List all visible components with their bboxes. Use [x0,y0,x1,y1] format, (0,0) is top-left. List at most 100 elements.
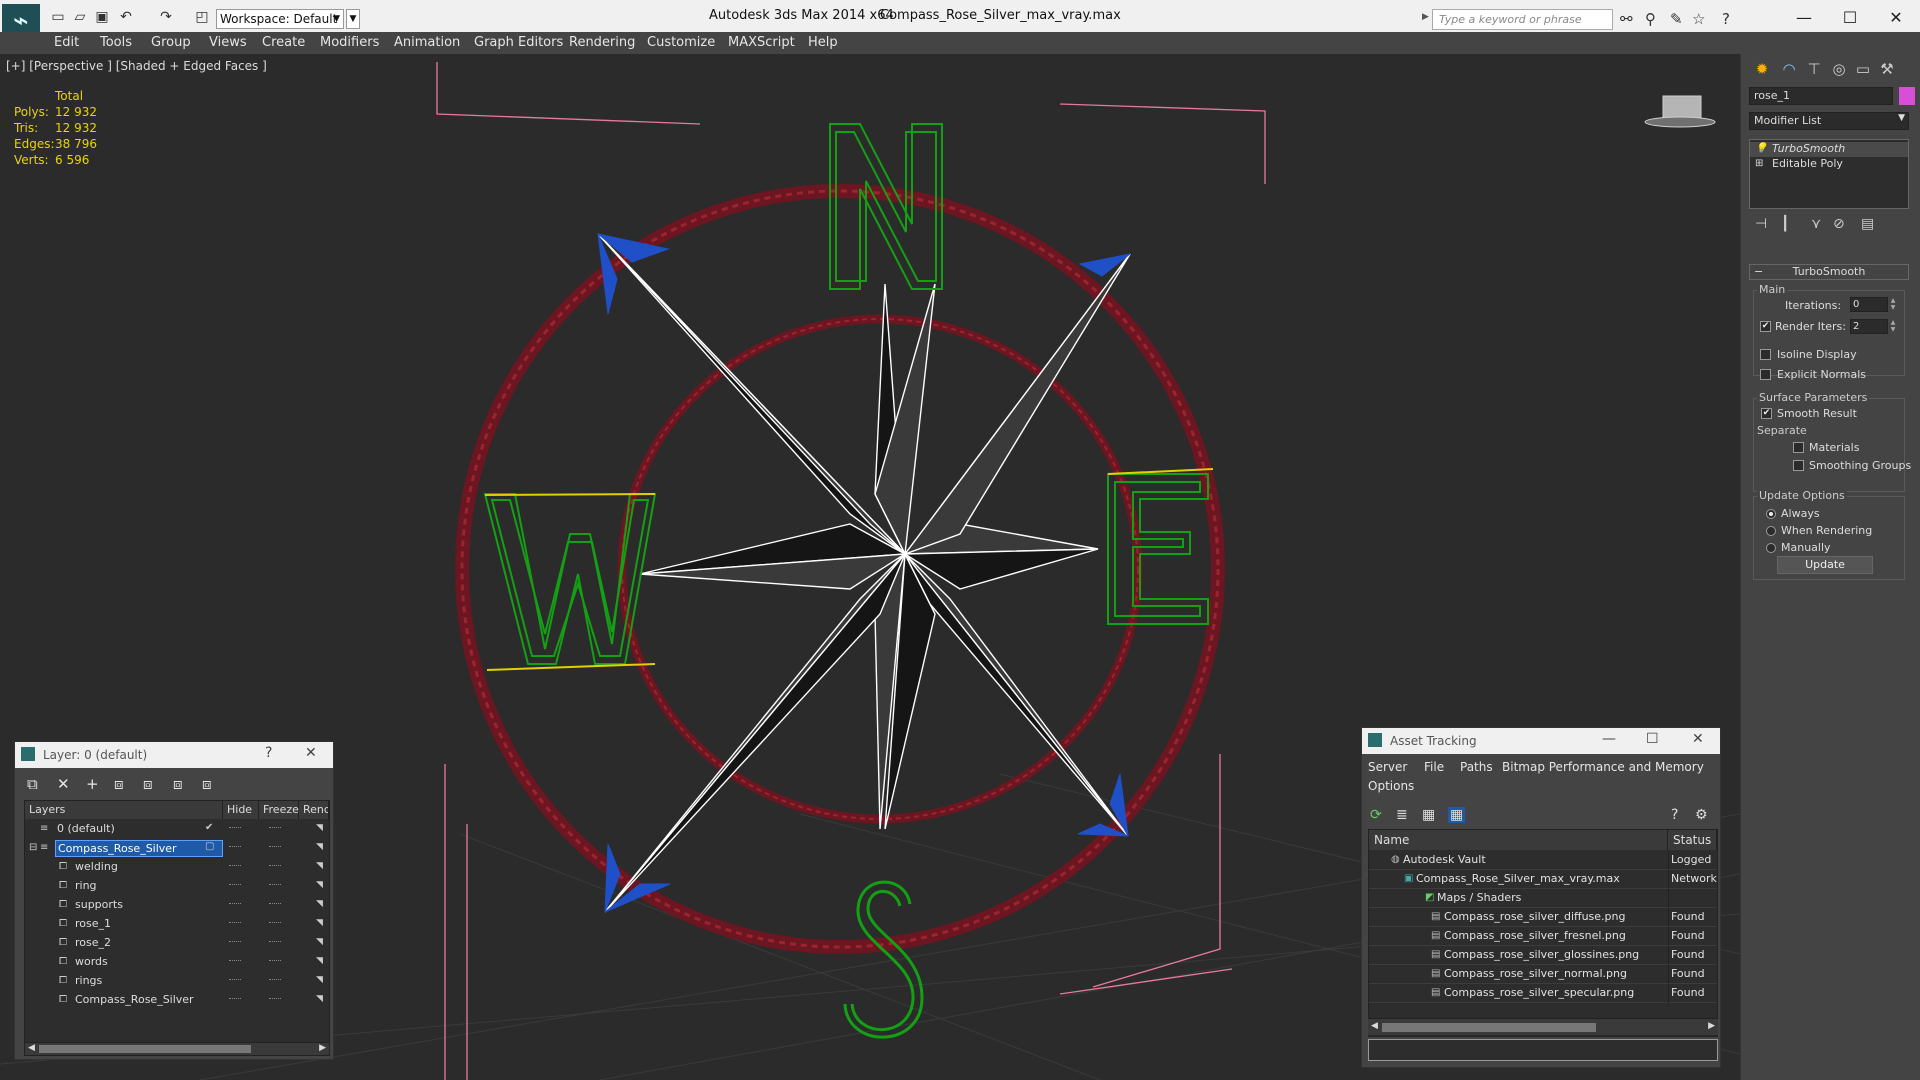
viewport-label[interactable]: [+] [Perspective ] [Shaded + Edged Faces… [6,59,267,73]
layer-row[interactable]: ⧠ ring ◥ [25,877,329,896]
hide-toggle[interactable] [229,960,241,961]
scroll-right-icon[interactable]: ▶ [319,1043,326,1053]
motion-tab-icon[interactable]: ◎ [1827,58,1851,80]
render-teapot-icon[interactable]: ◥ [316,880,323,890]
column-header-layers[interactable]: Layers [25,801,223,819]
asset-window-titlebar[interactable]: Asset Tracking — ☐ ✕ [1362,728,1720,754]
help-icon[interactable]: ? [1671,807,1678,823]
create-tab-icon[interactable]: ✹ [1750,58,1774,80]
modifier-list-dropdown[interactable]: Modifier List ▼ [1749,112,1909,130]
menu-server[interactable]: Server [1368,760,1407,774]
freeze-toggle[interactable] [269,884,281,885]
freeze-toggle[interactable] [269,979,281,980]
communication-icon[interactable]: ✎ [1670,10,1683,28]
scroll-right-icon[interactable]: ▶ [1708,1021,1715,1031]
show-end-result-icon[interactable]: ┃ [1781,216,1789,232]
when-rendering-radio[interactable] [1766,526,1776,536]
render-teapot-icon[interactable]: ◥ [316,861,323,871]
workspace-dropdown[interactable]: Workspace: Default ▼ [216,9,344,29]
maximize-button[interactable]: ☐ [1827,4,1873,32]
update-button[interactable]: Update [1777,556,1873,574]
save-file-icon[interactable]: ▣ [94,9,110,25]
hide-all-icon[interactable]: ⧈ [173,775,183,793]
freeze-all-icon[interactable]: ⧈ [202,775,212,793]
layer-row[interactable]: ⊟ ≡ Compass_Rose_Silver ▢ ◥ [25,839,329,858]
binoculars-icon[interactable]: ⚯ [1620,10,1633,28]
search-input[interactable]: Type a keyword or phrase [1432,9,1613,30]
scrollbar-thumb[interactable] [1382,1023,1596,1032]
create-layer-icon[interactable]: ⧉ [27,775,38,793]
highlight-layer-icon[interactable]: ⧈ [143,775,153,793]
horizontal-scrollbar[interactable]: ◀ ▶ [1368,1018,1718,1035]
refresh-icon[interactable]: ⟳ [1370,807,1382,823]
layer-row[interactable]: ⧠ Compass_Rose_Silver ◥ [25,991,329,1010]
layer-row[interactable]: ⧠ supports ◥ [25,896,329,915]
horizontal-scrollbar[interactable]: ◀ ▶ [24,1042,330,1056]
asset-row[interactable]: ▤ Compass_rose_silver_diffuse.png Found [1369,908,1717,927]
layer-row[interactable]: ⧠ rose_2 ◥ [25,934,329,953]
menu-maxscript[interactable]: MAXScript [728,35,795,50]
isoline-display-checkbox[interactable] [1760,349,1771,360]
menu-edit[interactable]: Edit [54,35,79,50]
render-teapot-icon[interactable]: ◥ [316,842,323,852]
stack-item-editable-poly[interactable]: ⊞ Editable Poly [1750,157,1908,172]
configure-modifier-sets-icon[interactable]: ▤ [1861,216,1874,232]
object-color-swatch[interactable] [1899,87,1915,105]
layer-row[interactable]: ⧠ welding ◥ [25,858,329,877]
menu-create[interactable]: Create [262,35,305,50]
spinner-arrows-icon[interactable]: ▲ ▼ [1889,319,1897,334]
render-teapot-icon[interactable]: ◥ [316,899,323,909]
quick-access-menu-button[interactable]: ▼ [346,9,360,29]
current-layer-check-icon[interactable]: ✔ [205,822,213,833]
scroll-left-icon[interactable]: ◀ [1371,1021,1378,1031]
lightbulb-icon[interactable]: 💡 [1755,143,1767,154]
menu-animation[interactable]: Animation [394,35,460,50]
layer-row[interactable]: ⧠ rose_1 ◥ [25,915,329,934]
menu-group[interactable]: Group [151,35,191,50]
render-teapot-icon[interactable]: ◥ [316,994,323,1004]
close-button[interactable]: ✕ [1873,4,1919,32]
smoothing-groups-checkbox[interactable] [1793,460,1804,471]
freeze-toggle[interactable] [269,846,281,847]
close-icon[interactable]: ✕ [305,745,317,761]
menu-views[interactable]: Views [209,35,247,50]
render-teapot-icon[interactable]: ◥ [316,956,323,966]
help-button[interactable]: ? [265,745,272,761]
menu-modifiers[interactable]: Modifiers [320,35,379,50]
minimize-button[interactable]: — [1781,4,1827,32]
asset-row[interactable]: ▤ Compass_rose_silver_normal.png Found [1369,965,1717,984]
menu-file[interactable]: File [1424,760,1444,774]
hide-toggle[interactable] [229,827,241,828]
collapse-icon[interactable]: ⊟ [29,842,37,853]
search-expand-icon[interactable]: ▶ [1422,12,1429,22]
hide-toggle[interactable] [229,941,241,942]
menu-rendering[interactable]: Rendering [569,35,635,50]
asset-status-field[interactable] [1368,1039,1718,1061]
freeze-toggle[interactable] [269,941,281,942]
column-header-freeze[interactable]: Freeze [259,801,299,819]
layer-row[interactable]: ⧠ words ◥ [25,953,329,972]
asset-row[interactable]: ▤ Compass_rose_silver_fresnel.png Found [1369,927,1717,946]
render-teapot-icon[interactable]: ◥ [316,975,323,985]
display-tab-icon[interactable]: ▭ [1851,58,1875,80]
set-current-icon[interactable]: ▢ [205,841,214,852]
render-teapot-icon[interactable]: ◥ [316,918,323,928]
hide-toggle[interactable] [229,922,241,923]
add-selection-icon[interactable]: + [86,775,99,793]
redo-icon[interactable]: ↷ [158,9,174,25]
subscription-icon[interactable]: ⚲ [1645,10,1656,28]
materials-checkbox[interactable] [1793,442,1804,453]
column-header-render[interactable]: Rende [299,801,329,819]
delete-layer-icon[interactable]: ✕ [57,775,70,793]
freeze-toggle[interactable] [269,865,281,866]
object-name-field[interactable]: rose_1 [1749,87,1893,105]
asset-row[interactable]: ◍ Autodesk Vault Logged [1369,851,1717,870]
project-folder-icon[interactable]: ◰ [194,9,210,25]
asset-row[interactable]: ◩ Maps / Shaders [1369,889,1717,908]
table-view-icon[interactable]: ▦ [1422,807,1435,823]
asset-row[interactable]: ▣ Compass_Rose_Silver_max_vray.max Netwo… [1369,870,1717,889]
smooth-result-checkbox[interactable]: ✔ [1761,408,1772,419]
menu-graph-editors[interactable]: Graph Editors [474,35,563,50]
freeze-toggle[interactable] [269,998,281,999]
column-header-hide[interactable]: Hide [223,801,259,819]
